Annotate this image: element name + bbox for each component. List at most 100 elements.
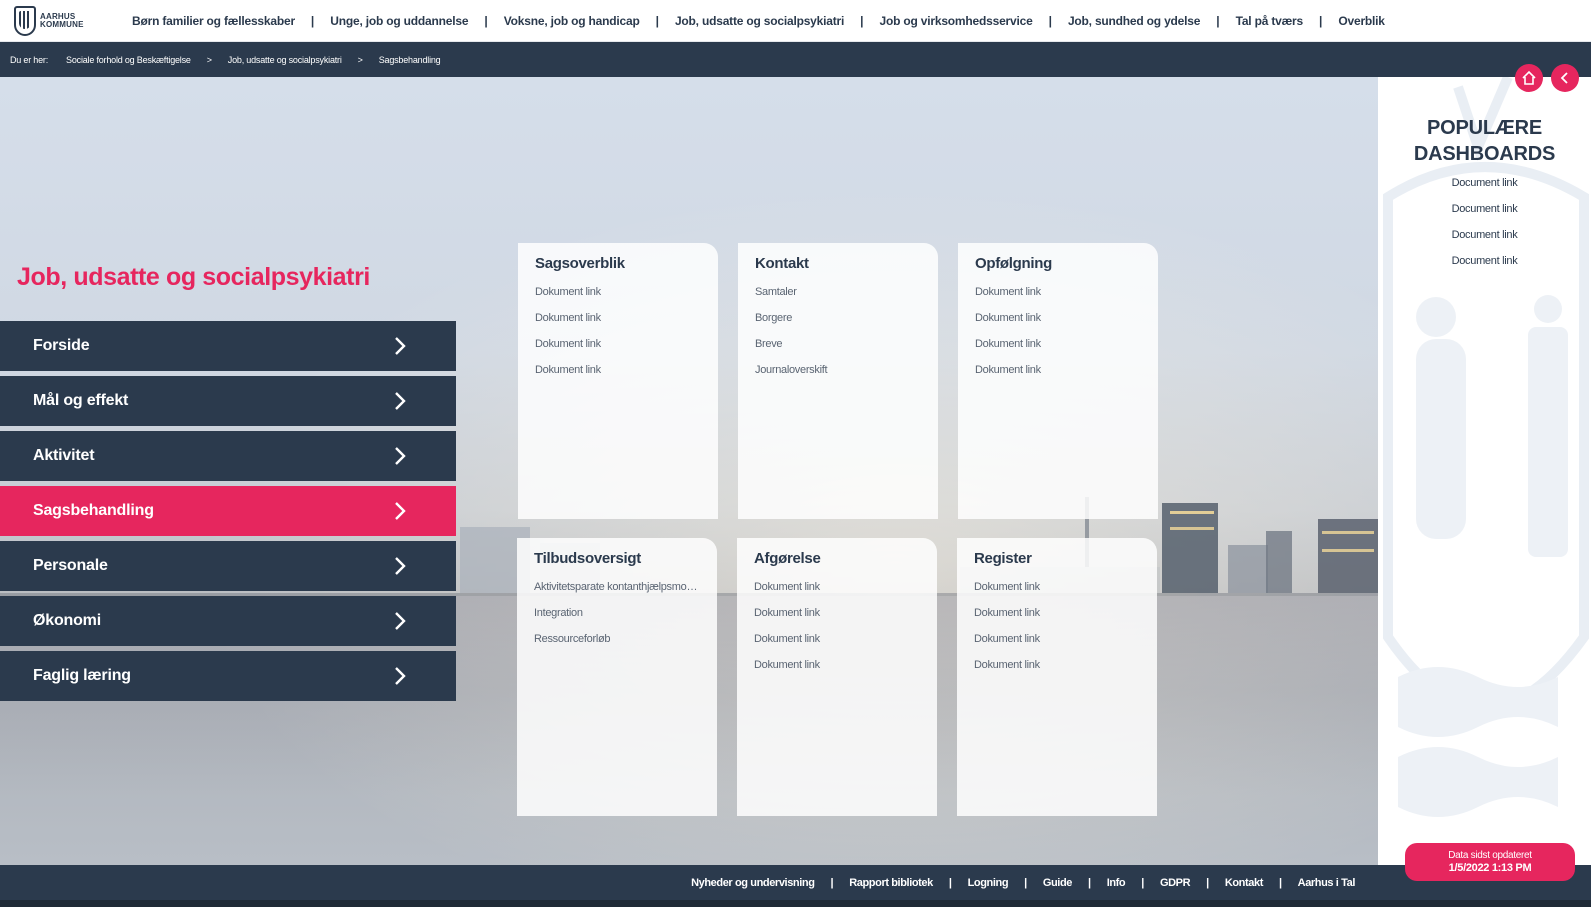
card-link[interactable]: Dokument link [754, 581, 920, 607]
nav-item-unge-job[interactable]: Unge, job og uddannelse [330, 14, 468, 28]
dashboard-link[interactable]: Document link [1378, 255, 1591, 281]
nav-item-job-sundhed[interactable]: Job, sundhed og ydelse [1068, 14, 1200, 28]
nav-item-job-virksomhed[interactable]: Job og virksomhedsservice [880, 14, 1033, 28]
footer-link-nyheder[interactable]: Nyheder og undervisning [691, 877, 815, 889]
nav-item-overblik[interactable]: Overblik [1338, 14, 1385, 28]
chevron-right-icon [395, 667, 406, 685]
chevron-right-icon [395, 392, 406, 410]
card-title: Kontakt [755, 255, 809, 272]
nav-item-job-udsatte[interactable]: Job, udsatte og socialpsykiatri [675, 14, 844, 28]
menu-item-label: Personale [33, 557, 108, 574]
menu-item-maal-og-effekt[interactable]: Mål og effekt [0, 376, 456, 426]
aarhus-kommune-logo[interactable]: AARHUS KOMMUNE [14, 5, 118, 36]
footer-nav: Nyheder og undervisning | Rapport biblio… [691, 865, 1355, 900]
bottom-strip [0, 900, 1591, 907]
footer-separator: | [948, 876, 952, 889]
popular-dashboards-panel: POPULÆRE DASHBOARDS Document link Docume… [1378, 77, 1591, 865]
card-link[interactable]: Dokument link [754, 659, 920, 685]
nav-separator: | [1048, 13, 1052, 28]
home-icon [1522, 70, 1536, 85]
nav-separator: | [655, 13, 659, 28]
card-link[interactable]: Dokument link [975, 338, 1141, 364]
card-link[interactable]: Dokument link [535, 312, 701, 338]
menu-item-faglig-laering[interactable]: Faglig læring [0, 651, 456, 701]
card-link[interactable]: Dokument link [535, 364, 701, 390]
logo-text-line2: KOMMUNE [40, 19, 84, 29]
dashboard-link[interactable]: Document link [1378, 177, 1591, 203]
card-link[interactable]: Journaloverskift [755, 364, 921, 390]
card-link[interactable]: Dokument link [754, 633, 920, 659]
data-updated-label: Data sidst opdateret [1448, 850, 1532, 861]
menu-item-personale[interactable]: Personale [0, 541, 456, 591]
footer-separator: | [1024, 876, 1027, 889]
card-afgoerelse: Afgørelse Dokument link Dokument link Do… [737, 538, 937, 816]
menu-item-forside[interactable]: Forside [0, 321, 456, 371]
card-link[interactable]: Dokument link [975, 286, 1141, 312]
footer-separator: | [1278, 876, 1282, 889]
breadcrumb-item-sociale-forhold[interactable]: Sociale forhold og Beskæftigelse [66, 55, 191, 65]
footer-link-kontakt[interactable]: Kontakt [1225, 877, 1264, 889]
card-link[interactable]: Integration [534, 607, 700, 633]
back-button[interactable] [1551, 64, 1579, 92]
popular-dashboards-title-line1: POPULÆRE [1426, 117, 1543, 139]
card-link[interactable]: Breve [755, 338, 921, 364]
footer-link-logning[interactable]: Logning [968, 877, 1009, 889]
breadcrumb: Du er her: Sociale forhold og Beskæftige… [0, 42, 1591, 77]
card-link[interactable]: Aktivitetsparate kontanthjælpsmodt... [534, 581, 700, 607]
chevron-right-icon [395, 447, 406, 465]
card-link[interactable]: Ressourceforløb [534, 633, 700, 659]
menu-item-aktivitet[interactable]: Aktivitet [0, 431, 456, 481]
footer: Nyheder og undervisning | Rapport biblio… [0, 865, 1591, 900]
card-link[interactable]: Borgere [755, 312, 921, 338]
card-title: Sagsoverblik [535, 255, 625, 272]
nav-item-voksne-job[interactable]: Voksne, job og handicap [504, 14, 640, 28]
card-link[interactable]: Dokument link [974, 607, 1140, 633]
card-kontakt: Kontakt Samtaler Borgere Breve Journalov… [738, 243, 938, 519]
menu-item-label: Økonomi [33, 612, 101, 629]
card-link[interactable]: Dokument link [535, 338, 701, 364]
footer-separator: | [1088, 876, 1091, 889]
popular-dashboards-title-line2: DASHBOARDS [1413, 143, 1556, 165]
menu-item-oekonomi[interactable]: Økonomi [0, 596, 456, 646]
card-link[interactable]: Dokument link [754, 607, 920, 633]
section-menu: Forside Mål og effekt Aktivitet Sagsbeha… [0, 321, 456, 706]
breadcrumb-item-job-udsatte[interactable]: Job, udsatte og socialpsykiatri [228, 55, 342, 65]
home-button[interactable] [1515, 64, 1543, 92]
card-tilbudsoversigt: Tilbudsoversigt Aktivitetsparate kontant… [517, 538, 717, 816]
top-navigation-bar: AARHUS KOMMUNE Børn familier og fællessk… [0, 0, 1591, 42]
logo-text: AARHUS KOMMUNE [40, 12, 84, 29]
chevron-right-icon [395, 557, 406, 575]
breadcrumb-item-sagsbehandling[interactable]: Sagsbehandling [379, 55, 441, 65]
nav-item-born-familier[interactable]: Børn familier og fællesskaber [132, 14, 295, 28]
dashboard-link[interactable]: Document link [1378, 203, 1591, 229]
main-nav: Børn familier og fællesskaber | Unge, jo… [132, 14, 1385, 28]
card-title: Afgørelse [754, 550, 821, 567]
dashboard-link[interactable]: Document link [1378, 229, 1591, 255]
card-link[interactable]: Dokument link [535, 286, 701, 312]
city-seal-icon [14, 5, 36, 36]
chevron-right-icon [395, 612, 406, 630]
nav-separator: | [860, 13, 864, 28]
chevron-left-icon [1560, 72, 1568, 84]
menu-item-label: Aktivitet [33, 447, 95, 464]
footer-link-aarhus-i-tal[interactable]: Aarhus i Tal [1298, 877, 1356, 889]
menu-item-sagsbehandling[interactable]: Sagsbehandling [0, 486, 456, 536]
footer-link-rapport-bibliotek[interactable]: Rapport bibliotek [849, 877, 933, 889]
card-opfoelgning: Opfølgning Dokument link Dokument link D… [958, 243, 1158, 519]
card-title: Opfølgning [975, 255, 1052, 272]
card-link[interactable]: Dokument link [975, 312, 1141, 338]
card-link[interactable]: Dokument link [974, 633, 1140, 659]
nav-item-tal-paa-tvaers[interactable]: Tal på tværs [1236, 14, 1304, 28]
menu-item-label: Forside [33, 337, 90, 354]
footer-link-info[interactable]: Info [1107, 877, 1126, 889]
breadcrumb-separator: > [206, 54, 212, 65]
footer-link-guide[interactable]: Guide [1043, 877, 1073, 889]
page-title: Job, udsatte og socialpsykiatri [17, 263, 370, 291]
footer-link-gdpr[interactable]: GDPR [1160, 877, 1191, 889]
card-register: Register Dokument link Dokument link Dok… [957, 538, 1157, 816]
nav-separator: | [310, 13, 315, 28]
card-link[interactable]: Dokument link [975, 364, 1141, 390]
card-link[interactable]: Dokument link [974, 581, 1140, 607]
card-link[interactable]: Samtaler [755, 286, 921, 312]
card-link[interactable]: Dokument link [974, 659, 1140, 685]
